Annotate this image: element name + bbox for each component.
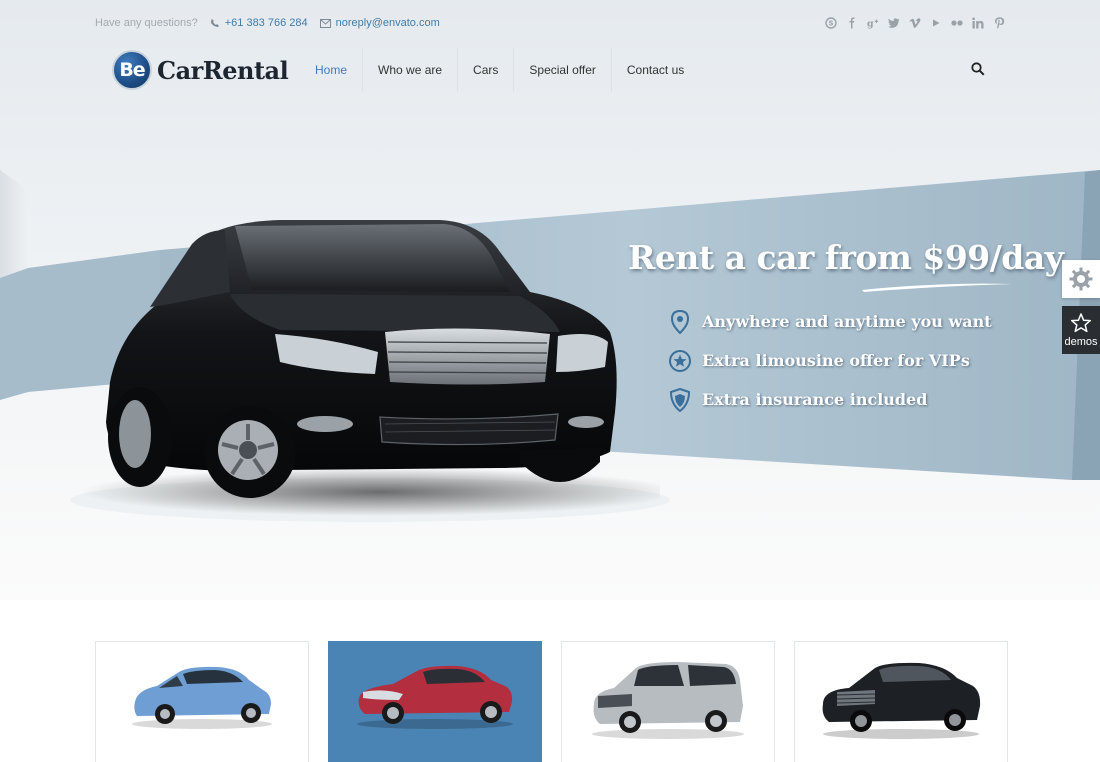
social-links: S g — [825, 17, 1005, 29]
nav-item-who-we-are[interactable]: Who we are — [363, 48, 459, 92]
main-nav: Home Who we are Cars Special offer Conta… — [300, 48, 699, 92]
svg-text:g: g — [867, 18, 874, 29]
car-card[interactable] — [95, 641, 309, 762]
car-thumbnail-sedan-black — [822, 662, 980, 739]
nav-item-home[interactable]: Home — [300, 48, 364, 92]
star-badge-icon — [668, 349, 692, 373]
vimeo-icon[interactable] — [909, 17, 921, 29]
car-thumbnail-sedan-red — [356, 665, 513, 729]
star-icon — [1070, 313, 1092, 333]
linkedin-icon[interactable] — [972, 17, 984, 29]
hero-headline: Rent a car from $99/day — [628, 238, 1064, 277]
envelope-icon — [319, 18, 331, 28]
demos-button[interactable]: demos — [1062, 306, 1100, 354]
nav-item-contact-us[interactable]: Contact us — [612, 48, 699, 92]
phone-icon — [210, 19, 219, 27]
logo-text: CarRental — [157, 55, 289, 85]
email-address: noreply@envato.com — [335, 17, 440, 29]
feature-text: Extra insurance included — [702, 390, 928, 409]
hero-car-image — [80, 212, 680, 527]
feature-item: Anywhere and anytime you want — [668, 302, 992, 341]
car-thumbnail-minivan — [592, 662, 744, 739]
car-card[interactable] — [561, 641, 775, 762]
feature-item: Extra limousine offer for VIPs — [668, 341, 992, 380]
google-plus-icon[interactable]: g — [867, 17, 879, 29]
top-bar-question: Have any questions? — [95, 17, 198, 29]
hero-features: Anywhere and anytime you want Extra limo… — [668, 302, 992, 419]
headline-underline-swoosh — [862, 283, 1012, 292]
facebook-icon[interactable] — [846, 17, 858, 29]
car-card-selected[interactable] — [328, 641, 542, 762]
car-thumbnail-hatchback — [132, 666, 272, 729]
nav-item-cars[interactable]: Cars — [458, 48, 515, 92]
youtube-icon[interactable] — [930, 17, 942, 29]
pinterest-icon[interactable] — [993, 17, 1005, 29]
map-pin-icon — [668, 309, 692, 334]
top-bar: Have any questions? +61 383 766 284 nore… — [95, 14, 1005, 32]
demos-label: demos — [1064, 336, 1098, 348]
site-logo[interactable]: Be CarRental — [112, 50, 289, 90]
flickr-icon[interactable] — [951, 17, 963, 29]
phone-link[interactable]: +61 383 766 284 — [210, 17, 308, 29]
skype-icon[interactable]: S — [825, 17, 837, 29]
svg-text:S: S — [828, 20, 833, 28]
twitter-icon[interactable] — [888, 17, 900, 29]
feature-item: Extra insurance included — [668, 380, 992, 419]
gear-icon — [1069, 267, 1093, 291]
search-icon — [971, 62, 985, 76]
phone-number: +61 383 766 284 — [224, 17, 308, 29]
car-card[interactable] — [794, 641, 1008, 762]
nav-item-special-offer[interactable]: Special offer — [514, 48, 612, 92]
feature-text: Anywhere and anytime you want — [702, 312, 992, 331]
feature-text: Extra limousine offer for VIPs — [702, 351, 970, 370]
search-button[interactable] — [971, 62, 985, 76]
shield-icon — [668, 387, 692, 412]
email-link[interactable]: noreply@envato.com — [319, 17, 440, 29]
settings-panel-button[interactable] — [1062, 260, 1100, 298]
logo-badge: Be — [112, 50, 152, 90]
car-cards — [95, 641, 1008, 762]
